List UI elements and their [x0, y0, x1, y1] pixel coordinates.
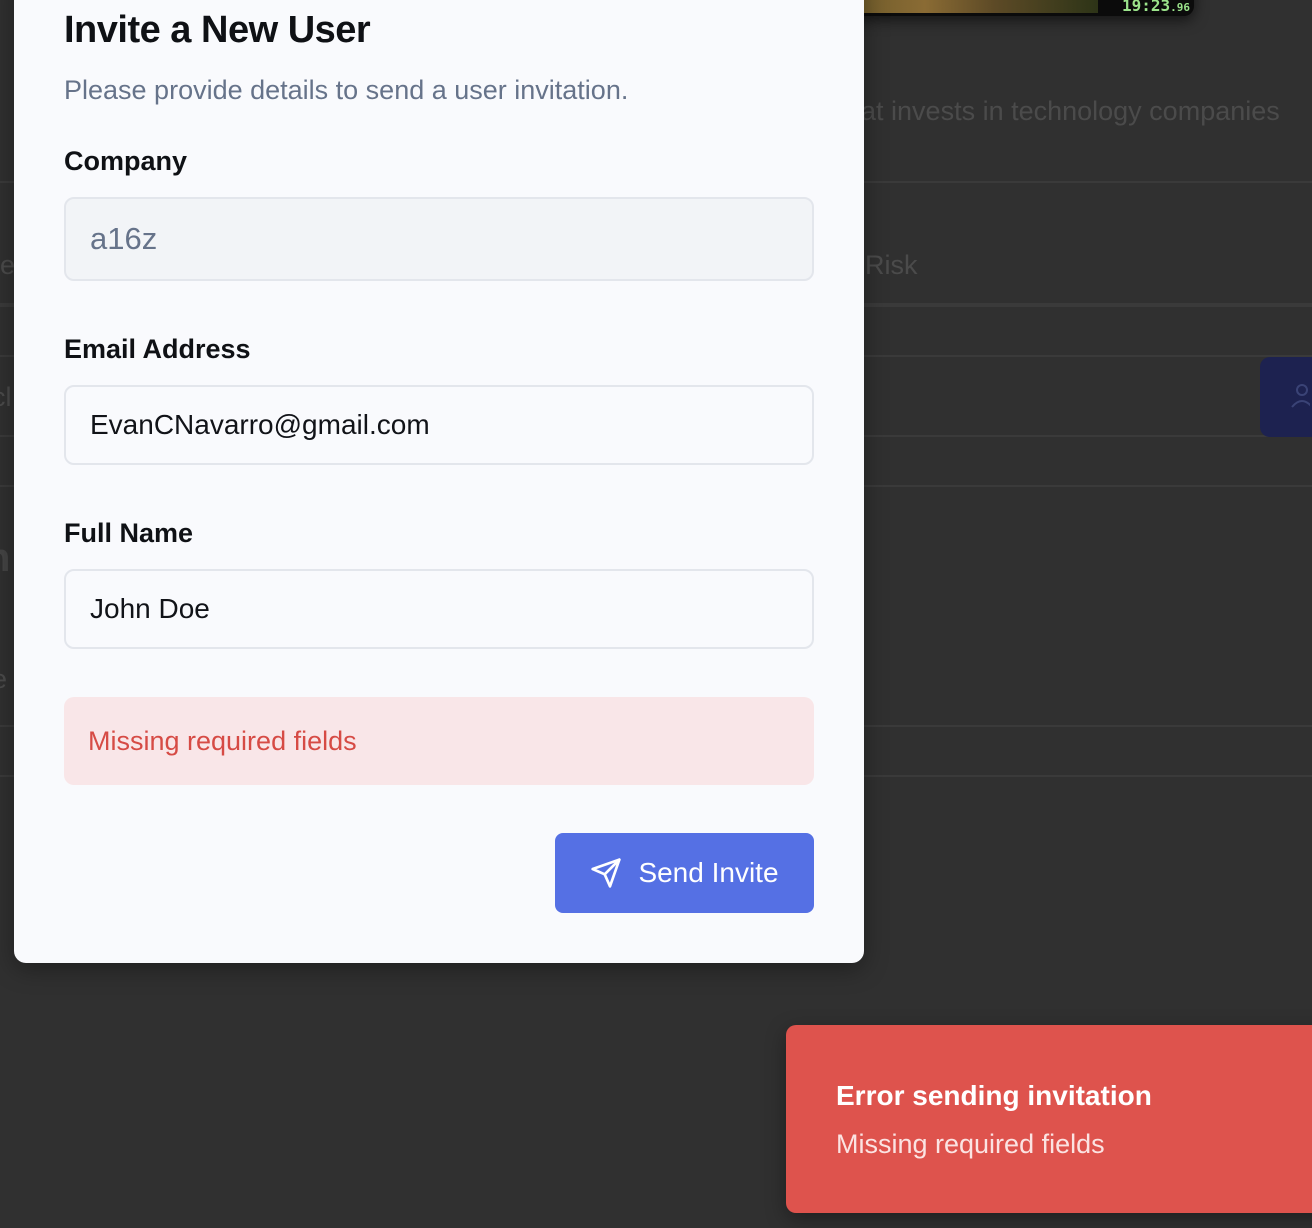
background-add-user-button	[1260, 357, 1312, 437]
background-company-description: hat invests in technology companies	[846, 96, 1280, 126]
app-stage: hat invests in technology companies Risk…	[0, 0, 1312, 1228]
background-text-fragment: cl	[0, 382, 12, 412]
send-invite-label: Send Invite	[638, 857, 779, 888]
background-text-fragment: ie	[0, 250, 16, 280]
company-label: Company	[64, 146, 188, 176]
email-label: Email Address	[64, 334, 251, 364]
video-timer: 19:23.96	[1122, 0, 1190, 16]
toast-message: Missing required fields	[836, 1129, 1105, 1159]
invite-user-modal: Invite a New User Please provide details…	[14, 0, 864, 963]
full-name-field[interactable]	[64, 569, 814, 649]
send-invite-button[interactable]: Send Invite	[555, 833, 814, 913]
send-icon	[591, 858, 622, 888]
toast-title: Error sending invitation	[836, 1080, 1152, 1111]
company-field[interactable]	[64, 197, 814, 281]
email-field[interactable]	[64, 385, 814, 465]
background-column-header-risk: Risk	[865, 250, 918, 280]
full-name-label: Full Name	[64, 518, 194, 548]
error-toast[interactable]: Error sending invitation Missing require…	[786, 1025, 1312, 1213]
video-timer-main: 19:23	[1121, 0, 1171, 15]
background-heading-fragment: n	[0, 536, 10, 581]
video-timer-fraction: .96	[1170, 1, 1190, 14]
user-icon	[1291, 384, 1310, 408]
modal-title: Invite a New User	[64, 9, 371, 51]
form-error-alert: Missing required fields	[64, 697, 814, 785]
modal-subtitle: Please provide details to send a user in…	[64, 75, 629, 105]
background-text-fragment: e	[0, 664, 7, 695]
